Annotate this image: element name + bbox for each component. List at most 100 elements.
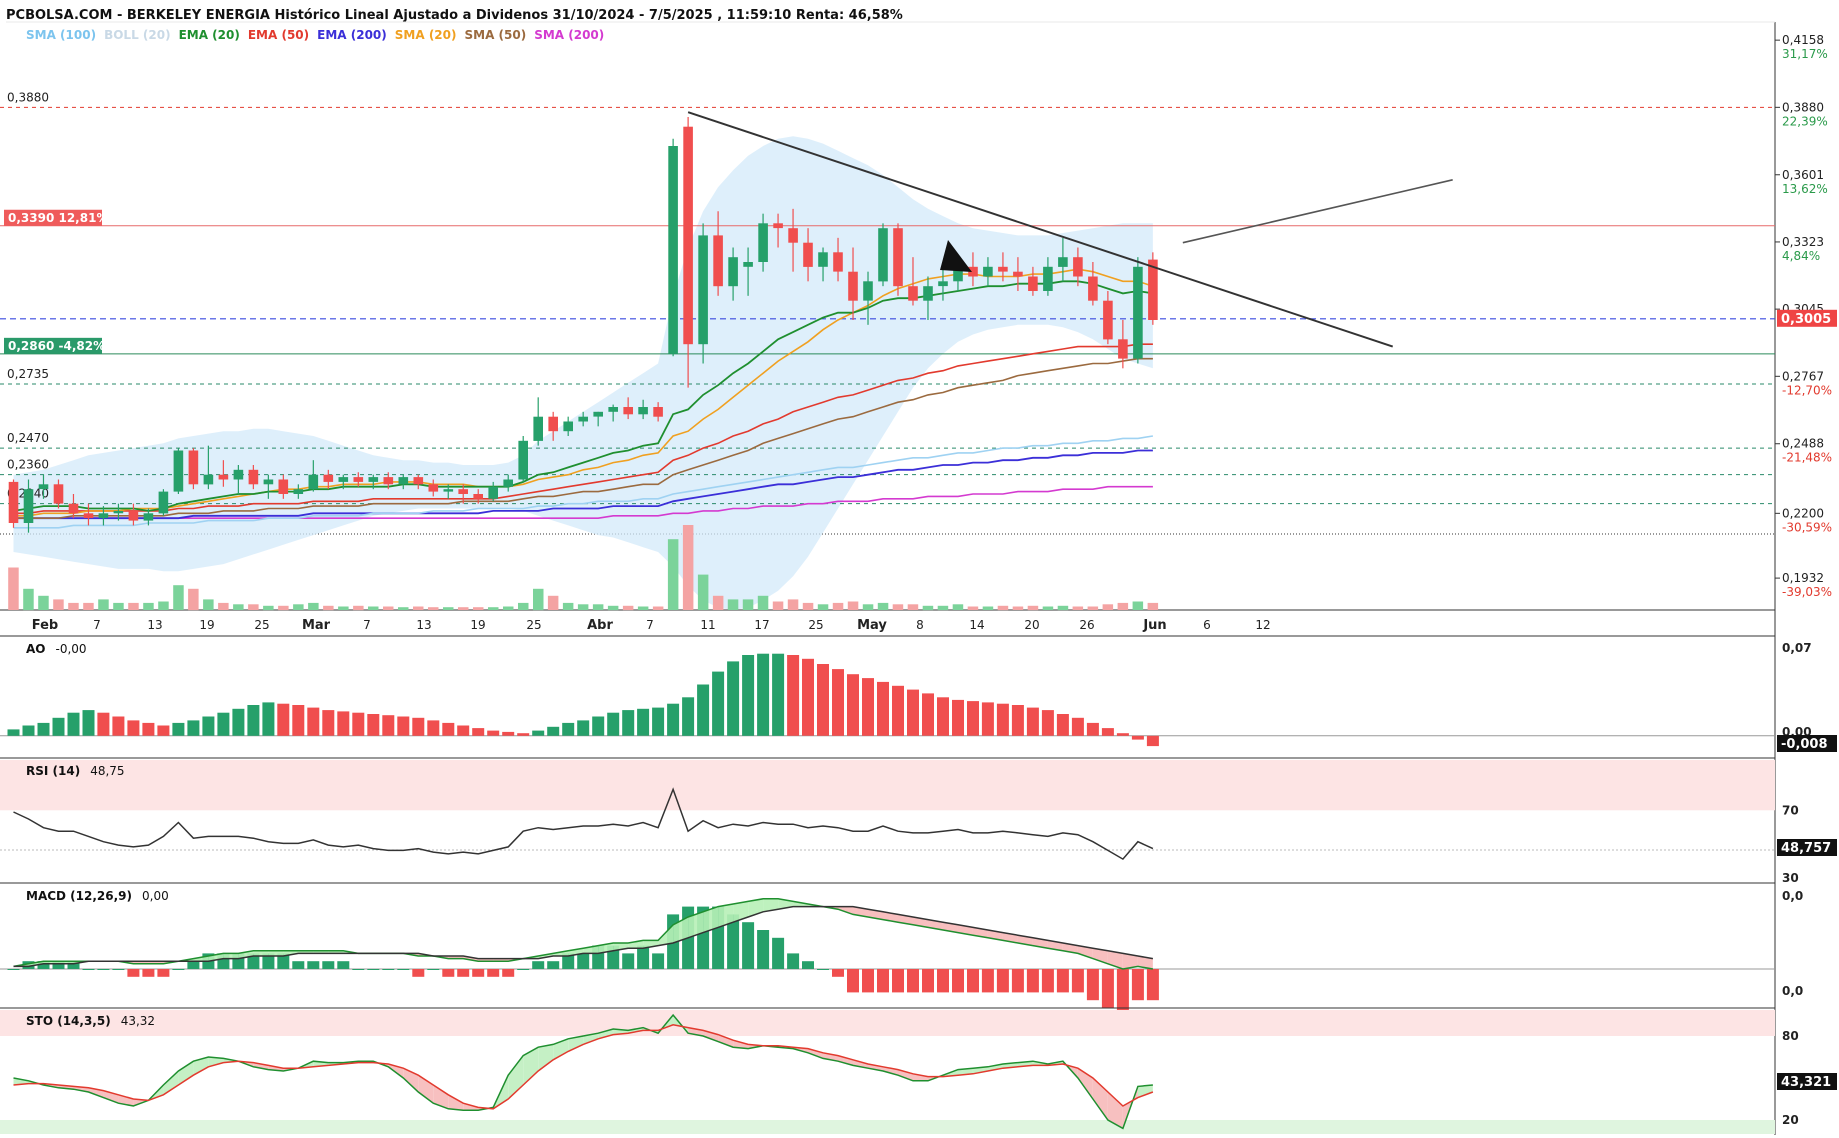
macd-hist-bar xyxy=(547,961,560,969)
ao-bar xyxy=(112,716,125,736)
macd-hist-bar xyxy=(937,969,949,993)
candle-body xyxy=(533,416,543,441)
candle-body xyxy=(908,286,918,301)
date-tick-label: 19 xyxy=(199,618,214,632)
candle-body xyxy=(593,411,603,417)
volume-bar xyxy=(308,602,319,610)
volume-bar xyxy=(68,602,79,610)
macd-hist-bar xyxy=(832,969,844,977)
date-tick-label: Jun xyxy=(1142,618,1166,633)
legend-item: SMA (50) xyxy=(464,28,526,42)
date-tick-label: 8 xyxy=(916,618,924,632)
volume-bar xyxy=(1012,606,1024,610)
volume-bar xyxy=(413,606,424,610)
ao-bar xyxy=(97,712,110,736)
ao-bar xyxy=(787,655,800,736)
volume-bar xyxy=(383,606,394,610)
macd-hist-bar xyxy=(487,969,500,977)
volume-bar xyxy=(907,604,919,610)
price-tick-label: 0,2767 xyxy=(1782,369,1824,383)
macd-hist-bar xyxy=(772,937,785,969)
panel-current-label: 43,321 xyxy=(1781,1075,1831,1090)
panel-axis-label: 30 xyxy=(1782,871,1799,885)
candle-body xyxy=(743,262,753,267)
macd-hist-bar xyxy=(1011,969,1024,993)
volume-bar xyxy=(293,604,304,610)
macd-hist-bar xyxy=(892,969,904,993)
ao-bar xyxy=(622,710,635,736)
volume-bar xyxy=(533,588,544,611)
price-level-label: 0,2735 xyxy=(7,367,49,381)
panel-axis-label: 70 xyxy=(1782,803,1799,817)
candle-body xyxy=(1043,266,1053,291)
candle-body xyxy=(608,407,618,412)
volume-bar xyxy=(637,606,649,610)
price-tick-pct: 22,39% xyxy=(1782,114,1828,128)
volume-bar xyxy=(952,604,964,610)
candle-body xyxy=(503,479,513,487)
macd-cloud xyxy=(268,950,284,956)
macd-hist-bar xyxy=(742,922,755,969)
ao-bar xyxy=(22,725,35,736)
candle-body xyxy=(698,235,708,345)
ao-bar xyxy=(502,731,515,736)
volume-bar xyxy=(967,606,979,610)
price-tick-pct: 4,84% xyxy=(1782,249,1820,263)
candle-body xyxy=(548,416,558,432)
candle-body xyxy=(803,242,813,267)
price-tick-pct: 13,62% xyxy=(1782,182,1828,196)
ao-bar xyxy=(757,653,770,736)
macd-hist-bar xyxy=(322,961,335,969)
legend-item: EMA (50) xyxy=(248,28,309,42)
date-tick-label: 25 xyxy=(526,618,541,632)
candle-body xyxy=(38,484,49,490)
volume-bar xyxy=(368,606,379,610)
ao-bar xyxy=(142,722,155,736)
volume-bar xyxy=(263,605,274,611)
date-tick-label: 13 xyxy=(416,618,431,632)
macd-hist-bar xyxy=(967,969,979,993)
volume-bar xyxy=(488,607,499,610)
volume-bar xyxy=(113,602,124,610)
macd-hist-bar xyxy=(472,969,485,977)
macd-hist-bar xyxy=(502,969,515,977)
ao-bar xyxy=(517,733,530,736)
price-tick-label: 0,1932 xyxy=(1782,571,1824,585)
ao-bar xyxy=(217,712,230,736)
chart-canvas: PCBOLSA.COM - BERKELEY ENERGIA Histórico… xyxy=(0,0,1839,1138)
date-tick-label: 7 xyxy=(646,618,654,632)
ao-bar xyxy=(562,722,575,736)
candle-body xyxy=(923,286,933,301)
ao-bar xyxy=(382,715,395,736)
macd-hist-bar xyxy=(981,969,994,993)
candle-body xyxy=(428,484,439,492)
candle-body xyxy=(83,513,94,519)
date-tick-label: 14 xyxy=(969,618,984,632)
volume-bar xyxy=(982,606,994,610)
volume-bar xyxy=(503,606,514,610)
ao-bar xyxy=(772,653,785,736)
date-tick-label: Feb xyxy=(32,618,58,633)
ao-bar xyxy=(532,730,545,736)
volume-bar xyxy=(443,607,454,610)
macd-hist-bar xyxy=(172,969,185,970)
ao-bar xyxy=(1116,733,1129,736)
price-tick-label: 0,3601 xyxy=(1782,168,1824,182)
volume-bar xyxy=(338,606,349,610)
panel-axis-label: 80 xyxy=(1782,1029,1799,1043)
chart-title: PCBOLSA.COM - BERKELEY ENERGIA Histórico… xyxy=(6,8,903,23)
panel-axis-label: 20 xyxy=(1782,1113,1799,1127)
ao-bar xyxy=(892,685,904,736)
volume-bar xyxy=(547,595,559,610)
date-tick-label: 25 xyxy=(254,618,269,632)
volume-bar xyxy=(278,605,289,611)
price-level-label: 0,2860 -4,82% xyxy=(8,339,105,353)
macd-hist-bar xyxy=(877,969,889,993)
volume-bar xyxy=(143,602,154,610)
volume-bar xyxy=(877,602,889,610)
candle-body xyxy=(713,235,723,287)
volume-bar xyxy=(53,599,64,610)
panel-title: MACD (12,26,9) xyxy=(26,889,132,903)
price-tick-pct: -12,70% xyxy=(1782,383,1832,397)
volume-bar xyxy=(1057,605,1069,611)
